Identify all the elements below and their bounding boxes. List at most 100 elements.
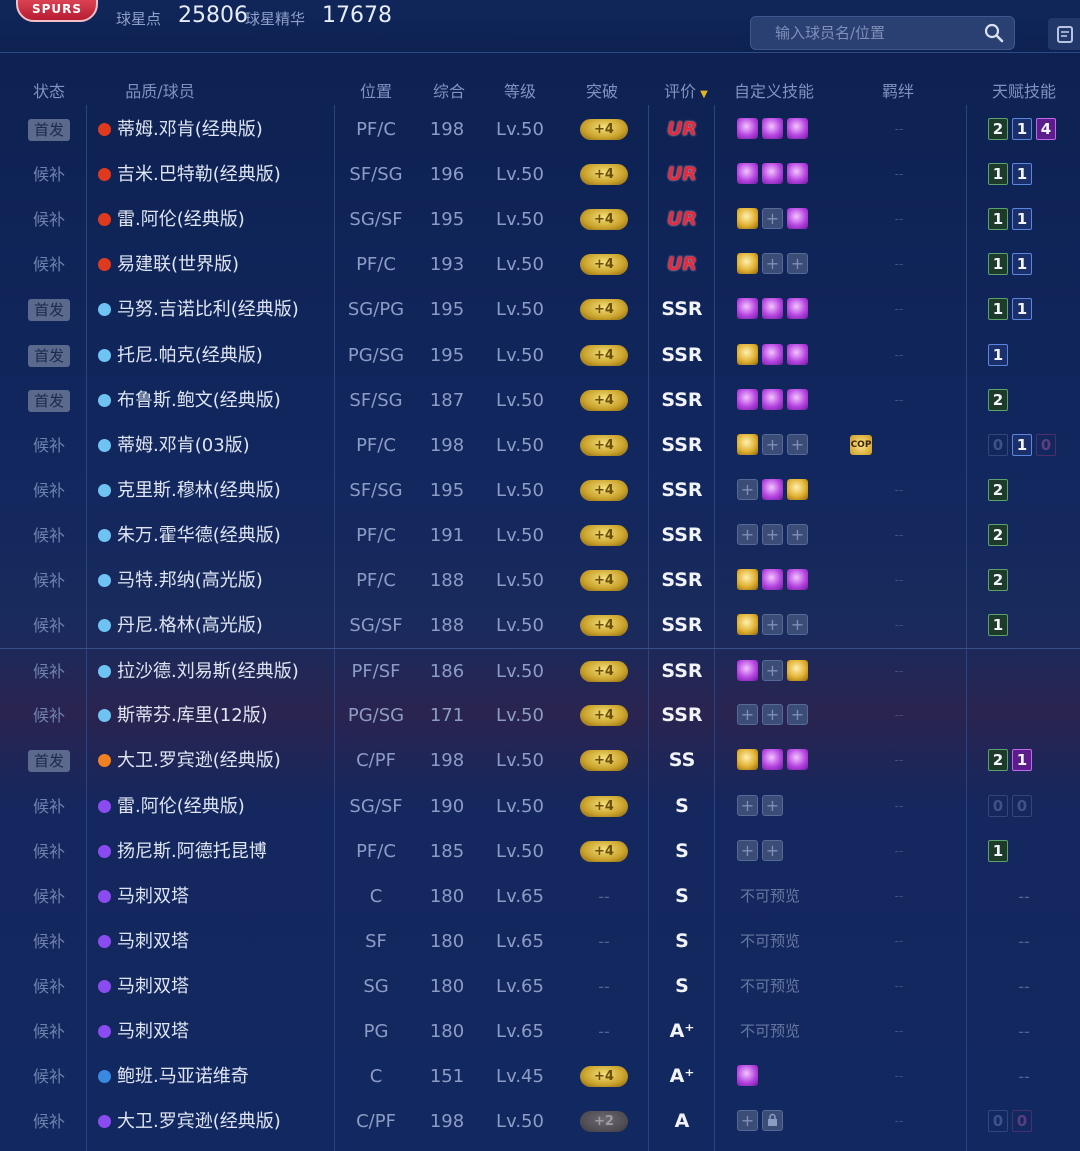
- table-row[interactable]: 候补 马刺双塔 SF 180 Lv.65 -- S 不可预览 -- --: [0, 919, 1080, 964]
- skill-icon[interactable]: [737, 614, 758, 636]
- skill-icon[interactable]: [762, 569, 783, 590]
- status-badge[interactable]: 候补: [33, 1054, 65, 1099]
- document-button[interactable]: [1048, 18, 1080, 50]
- skill-icon[interactable]: [737, 660, 758, 682]
- table-row[interactable]: 候补 雷.阿伦(经典版) SG/SF 190 Lv.50 +4 S + + -- 0 0: [0, 784, 1080, 829]
- skill-icon[interactable]: [737, 1065, 758, 1087]
- lock-icon[interactable]: [762, 1110, 783, 1132]
- skill-icon[interactable]: [737, 343, 758, 365]
- bond-badge[interactable]: COP: [850, 434, 872, 455]
- status-badge[interactable]: 候补: [33, 784, 65, 829]
- table-row[interactable]: 候补 斯蒂芬.库里(12版) PG/SG 171 Lv.50 +4 SSR + + + --: [0, 693, 1080, 738]
- add-skill-slot[interactable]: +: [787, 614, 808, 636]
- skill-icon[interactable]: [762, 343, 783, 365]
- talent-badge[interactable]: 1: [988, 839, 1008, 862]
- status-badge[interactable]: 候补: [33, 693, 65, 738]
- talent-badge[interactable]: 2: [988, 569, 1008, 591]
- talent-badge[interactable]: 4: [1036, 118, 1056, 140]
- player-name[interactable]: 蒂姆.邓肯(03版): [98, 423, 250, 468]
- status-badge[interactable]: 候补: [33, 1099, 65, 1144]
- col-player[interactable]: 品质/球员: [125, 78, 194, 102]
- skill-icon[interactable]: [737, 388, 758, 410]
- col-rating[interactable]: 评价 ▼: [664, 78, 708, 102]
- skill-icon[interactable]: [787, 660, 808, 682]
- player-name[interactable]: 布鲁斯.鲍文(经典版): [98, 378, 281, 423]
- talent-badge[interactable]: 1: [988, 208, 1008, 231]
- search-box[interactable]: [750, 16, 1015, 50]
- status-badge[interactable]: 候补: [33, 649, 65, 694]
- skill-icon[interactable]: [762, 388, 783, 410]
- talent-badge[interactable]: 1: [1012, 298, 1032, 321]
- skill-icon[interactable]: [762, 298, 783, 320]
- skill-icon[interactable]: [762, 478, 783, 500]
- status-badge[interactable]: 首发: [27, 119, 71, 141]
- player-name[interactable]: 雷.阿伦(经典版): [98, 784, 245, 829]
- skill-icon[interactable]: [787, 298, 808, 320]
- add-skill-slot[interactable]: +: [762, 704, 783, 726]
- status-badge[interactable]: 候补: [33, 152, 65, 197]
- table-row[interactable]: 首发 蒂姆.邓肯(经典版) PF/C 198 Lv.50 +4 UR -- 2 1 4: [0, 107, 1080, 152]
- skill-icon[interactable]: [737, 298, 758, 320]
- search-input[interactable]: [773, 23, 977, 43]
- skill-icon[interactable]: [737, 163, 758, 185]
- player-name[interactable]: 马刺双塔: [98, 874, 189, 919]
- add-skill-slot[interactable]: +: [762, 523, 783, 545]
- status-badge[interactable]: 首发: [27, 299, 71, 322]
- skill-icon[interactable]: [737, 253, 758, 275]
- talent-badge[interactable]: 1: [1012, 118, 1032, 140]
- talent-badge[interactable]: 1: [1012, 163, 1032, 186]
- add-skill-slot[interactable]: +: [737, 839, 758, 861]
- search-icon[interactable]: [984, 23, 1004, 43]
- table-row[interactable]: 首发 布鲁斯.鲍文(经典版) SF/SG 187 Lv.50 +4 SSR -- 2: [0, 378, 1080, 423]
- player-name[interactable]: 马特.邦纳(高光版): [98, 558, 263, 603]
- table-row[interactable]: 首发 托尼.帕克(经典版) PG/SG 195 Lv.50 +4 SSR -- 1: [0, 333, 1080, 378]
- skill-icon[interactable]: [762, 118, 783, 139]
- talent-badge[interactable]: 1: [1012, 749, 1032, 772]
- status-badge[interactable]: 首发: [27, 389, 71, 412]
- table-row[interactable]: 首发 大卫.罗宾逊(经典版) C/PF 198 Lv.50 +4 SS -- 2 1: [0, 738, 1080, 783]
- add-skill-slot[interactable]: +: [787, 704, 808, 726]
- skill-icon[interactable]: [787, 208, 808, 230]
- status-badge[interactable]: 候补: [33, 964, 65, 1009]
- table-row[interactable]: 候补 马刺双塔 PG 180 Lv.65 -- A⁺ 不可预览 -- --: [0, 1009, 1080, 1054]
- add-skill-slot[interactable]: +: [737, 523, 758, 545]
- skill-icon[interactable]: [737, 569, 758, 590]
- add-skill-slot[interactable]: +: [762, 614, 783, 636]
- status-badge[interactable]: 候补: [33, 242, 65, 287]
- talent-badge[interactable]: 1: [1012, 208, 1032, 231]
- add-skill-slot[interactable]: +: [737, 704, 758, 726]
- skill-icon[interactable]: [737, 433, 758, 455]
- talent-badge[interactable]: 1: [988, 163, 1008, 186]
- add-skill-slot[interactable]: +: [787, 433, 808, 455]
- talent-badge[interactable]: 2: [988, 749, 1008, 772]
- table-row[interactable]: 候补 易建联(世界版) PF/C 193 Lv.50 +4 UR + + -- 1 1: [0, 242, 1080, 287]
- add-skill-slot[interactable]: +: [762, 208, 783, 230]
- player-name[interactable]: 托尼.帕克(经典版): [98, 333, 263, 378]
- player-name[interactable]: 易建联(世界版): [98, 242, 239, 287]
- add-skill-slot[interactable]: +: [762, 660, 783, 682]
- talent-badge[interactable]: 2: [988, 388, 1008, 411]
- table-row[interactable]: 候补 马特.邦纳(高光版) PF/C 188 Lv.50 +4 SSR -- 2: [0, 558, 1080, 603]
- table-row[interactable]: 候补 蒂姆.邓肯(03版) PF/C 198 Lv.50 +4 SSR + + COP 0 1 0: [0, 423, 1080, 468]
- player-name[interactable]: 拉沙德.刘易斯(经典版): [98, 649, 299, 694]
- col-talents[interactable]: 天赋技能: [992, 78, 1056, 102]
- player-name[interactable]: 马刺双塔: [98, 919, 189, 964]
- team-logo[interactable]: SPURS: [16, 0, 98, 22]
- add-skill-slot[interactable]: +: [762, 794, 783, 816]
- status-badge[interactable]: 候补: [33, 558, 65, 603]
- player-name[interactable]: 马刺双塔: [98, 964, 189, 1009]
- add-skill-slot[interactable]: +: [737, 1110, 758, 1132]
- player-name[interactable]: 马努.吉诺比利(经典版): [98, 287, 299, 332]
- table-row[interactable]: 候补 马刺双塔 SG 180 Lv.65 -- S 不可预览 -- --: [0, 964, 1080, 1009]
- talent-badge[interactable]: 0: [988, 1110, 1008, 1133]
- skill-icon[interactable]: [787, 388, 808, 410]
- player-name[interactable]: 吉米.巴特勒(经典版): [98, 152, 281, 197]
- status-badge[interactable]: 候补: [33, 468, 65, 513]
- player-name[interactable]: 鲍班.马亚诺维奇: [98, 1054, 249, 1099]
- talent-badge[interactable]: 1: [988, 253, 1008, 276]
- add-skill-slot[interactable]: +: [762, 433, 783, 455]
- status-badge[interactable]: 候补: [33, 1009, 65, 1054]
- table-row[interactable]: 候补 马刺双塔 C 180 Lv.65 -- S 不可预览 -- --: [0, 874, 1080, 919]
- talent-badge[interactable]: 1: [1012, 253, 1032, 276]
- add-skill-slot[interactable]: +: [737, 794, 758, 816]
